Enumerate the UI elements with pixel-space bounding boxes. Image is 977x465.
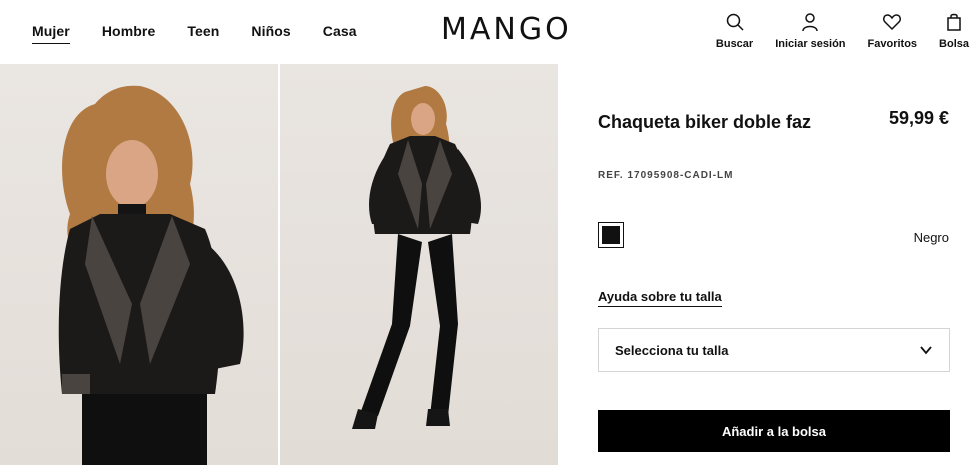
color-swatch-black[interactable]: [598, 222, 624, 248]
login-button[interactable]: Iniciar sesión: [775, 12, 846, 50]
selected-color-name: Negro: [913, 230, 949, 245]
brand-logo[interactable]: MANGO: [441, 12, 572, 47]
search-label: Buscar: [715, 38, 754, 50]
bag-label: Bolsa: [939, 38, 969, 50]
search-icon: [726, 13, 744, 31]
login-label: Iniciar sesión: [775, 38, 846, 50]
size-guide-link[interactable]: Ayuda sobre tu talla: [598, 289, 722, 307]
model-fullbody-illustration: [352, 86, 482, 429]
size-select[interactable]: Selecciona tu talla: [598, 328, 950, 372]
search-button[interactable]: Buscar: [716, 12, 753, 50]
chevron-down-icon: [920, 346, 932, 355]
favorites-label: Favoritos: [867, 38, 918, 50]
nav-ninos[interactable]: Niños: [251, 23, 290, 44]
product-reference: REF. 17095908-CADI-LM: [598, 170, 734, 181]
product-image-fullbody[interactable]: [280, 64, 558, 465]
header-actions: Buscar Iniciar sesión Favoritos Bolsa: [694, 12, 969, 50]
bag-button[interactable]: Bolsa: [939, 12, 969, 50]
product-title: Chaqueta biker doble faz: [598, 112, 812, 132]
nav-mujer[interactable]: Mujer: [32, 23, 70, 44]
user-icon: [802, 13, 819, 32]
site-header: Mujer Hombre Teen Niños Casa MANGO Busca…: [0, 0, 977, 64]
heart-icon: [883, 14, 902, 31]
nav-casa[interactable]: Casa: [323, 23, 357, 44]
product-image-main[interactable]: [0, 64, 278, 465]
swatch-fill: [602, 226, 620, 244]
nav-hombre[interactable]: Hombre: [102, 23, 156, 44]
product-price: 59,99 €: [888, 108, 949, 128]
nav-teen[interactable]: Teen: [187, 23, 219, 44]
bag-icon: [947, 13, 961, 31]
main-nav: Mujer Hombre Teen Niños Casa: [32, 23, 357, 44]
model-closeup-illustration: [58, 85, 244, 465]
favorites-button[interactable]: Favoritos: [867, 12, 918, 50]
size-select-label: Selecciona tu talla: [615, 342, 729, 358]
add-to-bag-button[interactable]: Añadir a la bolsa: [598, 410, 950, 452]
